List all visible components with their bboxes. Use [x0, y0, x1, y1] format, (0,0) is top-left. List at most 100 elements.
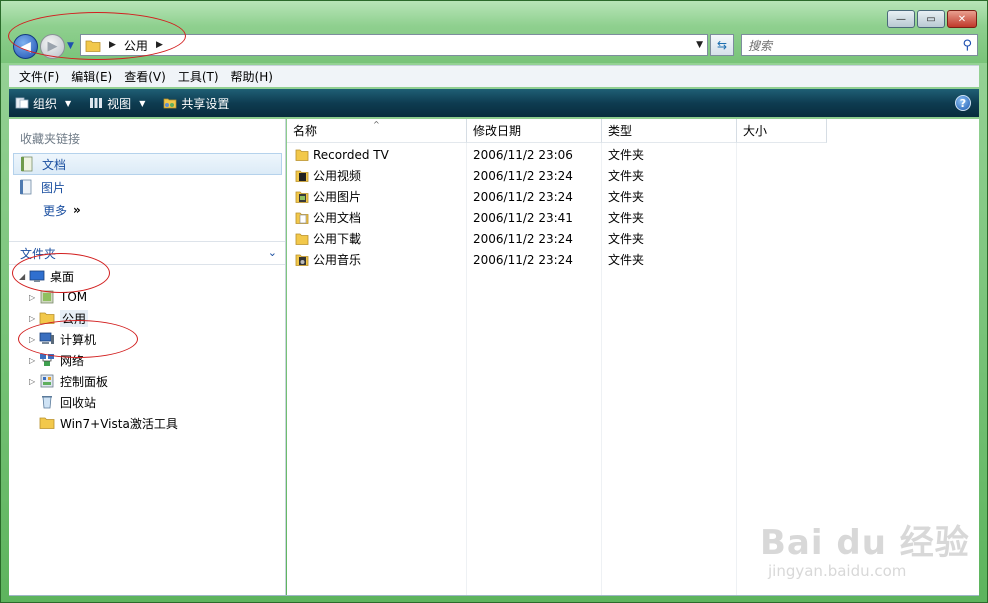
organize-dropdown-icon: ▼	[65, 98, 72, 108]
file-date: 2006/11/2 23:41	[473, 210, 573, 225]
column-header-name[interactable]: 名称 ^	[287, 119, 467, 143]
file-name: 公用下載	[313, 232, 362, 246]
share-label: 共享设置	[181, 96, 230, 111]
file-name: 公用音乐	[313, 253, 362, 267]
file-name-cell: 公用文档	[295, 207, 361, 228]
file-name: Recorded TV	[313, 147, 389, 162]
pictures-folder-icon	[295, 191, 309, 203]
file-name-cell: 公用视频	[295, 165, 361, 186]
views-dropdown-icon: ▼	[139, 98, 146, 108]
favorite-documents[interactable]: 文档	[13, 153, 282, 175]
views-button[interactable]: 视图 ▼	[89, 95, 145, 112]
documents-folder-icon	[295, 212, 309, 224]
favorite-label: 更多	[43, 203, 68, 218]
share-icon	[163, 98, 177, 109]
control-panel-icon	[40, 374, 54, 388]
tree-item-recycle-bin[interactable]: 回收站	[39, 392, 96, 412]
column-label: 类型	[608, 124, 633, 138]
search-input[interactable]: 搜索 ⚲	[741, 34, 978, 56]
maximize-button[interactable]: ▭	[917, 10, 945, 28]
file-type: 文件夹	[608, 211, 645, 225]
chevron-down-icon[interactable]: ⌄	[268, 246, 277, 259]
help-icon[interactable]: ?	[955, 95, 971, 111]
column-header-size[interactable]: 大小	[737, 119, 827, 143]
column-header-type[interactable]: 类型	[602, 119, 737, 143]
video-folder-icon	[295, 170, 309, 182]
annotation-ellipse-address	[8, 12, 186, 60]
organize-label: 组织	[33, 96, 58, 111]
window-bottom-border	[9, 595, 979, 596]
favorites-title: 收藏夹链接	[20, 132, 81, 146]
menu-bar: 文件(F) 编辑(E) 查看(V) 工具(T) 帮助(H)	[9, 65, 979, 87]
favorite-label: 图片	[41, 180, 66, 195]
organize-icon	[15, 97, 29, 109]
window-controls: — ▭ ✕	[887, 10, 977, 28]
watermark-logo: Bai du 经验	[760, 523, 970, 563]
menu-edit[interactable]: 编辑(E)	[65, 68, 118, 85]
file-date: 2006/11/2 23:06	[473, 147, 573, 162]
file-row[interactable]: 公用下載 2006/11/2 23:24 文件夹	[287, 228, 979, 249]
tree-item-win7-vista-tool[interactable]: Win7+Vista激活工具	[39, 413, 178, 433]
pictures-icon	[20, 179, 32, 195]
column-header-date[interactable]: 修改日期	[467, 119, 602, 143]
file-type: 文件夹	[608, 190, 645, 204]
file-name: 公用图片	[313, 190, 362, 204]
documents-icon	[21, 156, 33, 172]
collapsed-arrow-icon[interactable]: ▷	[29, 314, 39, 323]
file-name-cell: 公用音乐	[295, 249, 361, 270]
file-type: 文件夹	[608, 232, 645, 246]
address-dropdown-icon[interactable]: ▼	[696, 40, 703, 50]
file-date: 2006/11/2 23:24	[473, 189, 573, 204]
column-label: 修改日期	[473, 124, 522, 138]
favorite-more[interactable]: 更多 »	[13, 199, 282, 221]
recycle-bin-icon	[42, 396, 52, 409]
explorer-window: — ▭ ✕ ◀ ▶ ▼ ▶ 公用 ▶ ▼ ⇆ 搜索 ⚲ 文件(F) 编辑(E) …	[0, 0, 988, 603]
collapsed-arrow-icon[interactable]: ▷	[29, 377, 39, 386]
refresh-button[interactable]: ⇆	[710, 34, 734, 56]
file-name: 公用文档	[313, 211, 362, 225]
file-row[interactable]: 公用音乐 2006/11/2 23:24 文件夹	[287, 249, 979, 270]
views-icon	[90, 98, 103, 108]
collapsed-arrow-icon[interactable]: ▷	[29, 293, 39, 302]
close-button[interactable]: ✕	[947, 10, 977, 28]
file-row[interactable]: 公用图片 2006/11/2 23:24 文件夹	[287, 186, 979, 207]
menu-view[interactable]: 查看(V)	[118, 68, 172, 85]
share-settings-button[interactable]: 共享设置	[163, 95, 229, 112]
more-chevron-icon: »	[73, 203, 81, 217]
file-name-cell: Recorded TV	[295, 144, 389, 165]
tree-label: 控制面板	[60, 374, 109, 389]
favorite-pictures[interactable]: 图片	[13, 176, 282, 198]
menu-file[interactable]: 文件(F)	[13, 68, 65, 85]
file-name-cell: 公用下載	[295, 228, 361, 249]
search-icon[interactable]: ⚲	[962, 38, 972, 53]
file-row[interactable]: 公用文档 2006/11/2 23:41 文件夹	[287, 207, 979, 228]
column-label: 名称	[293, 124, 318, 138]
folder-icon	[295, 149, 309, 161]
file-date: 2006/11/2 23:24	[473, 252, 573, 267]
file-name-cell: 公用图片	[295, 186, 361, 207]
menu-tools[interactable]: 工具(T)	[172, 68, 225, 85]
views-label: 视图	[107, 96, 132, 111]
refresh-icon: ⇆	[716, 38, 728, 52]
tree-label: 回收站	[60, 395, 97, 410]
file-type: 文件夹	[608, 148, 645, 162]
tree-item-control-panel[interactable]: ▷ 控制面板	[29, 371, 108, 391]
collapsed-arrow-icon[interactable]: ▷	[29, 356, 39, 365]
file-date: 2006/11/2 23:24	[473, 231, 573, 246]
folder-icon	[39, 417, 55, 429]
baidu-watermark: Bai du 经验 jingyan.baidu.com	[760, 515, 970, 580]
file-date: 2006/11/2 23:24	[473, 168, 573, 183]
file-row[interactable]: Recorded TV 2006/11/2 23:06 文件夹	[287, 144, 979, 165]
minimize-button[interactable]: —	[887, 10, 915, 28]
column-label: 大小	[743, 124, 768, 138]
organize-button[interactable]: 组织 ▼	[15, 95, 71, 112]
sort-ascending-icon: ^	[373, 120, 380, 129]
music-folder-icon	[295, 254, 309, 266]
file-type: 文件夹	[608, 169, 645, 183]
watermark-url: jingyan.baidu.com	[768, 562, 907, 580]
menu-help[interactable]: 帮助(H)	[225, 68, 279, 85]
folder-icon	[295, 233, 309, 245]
file-row[interactable]: 公用视频 2006/11/2 23:24 文件夹	[287, 165, 979, 186]
navigation-pane: 收藏夹链接 文档 图片 更多 » 文件夹 ⌄ ◢ 桌面 ▷ TOM ▷ 公用 ▷…	[9, 119, 286, 595]
annotation-ellipse-desktop	[12, 253, 110, 293]
